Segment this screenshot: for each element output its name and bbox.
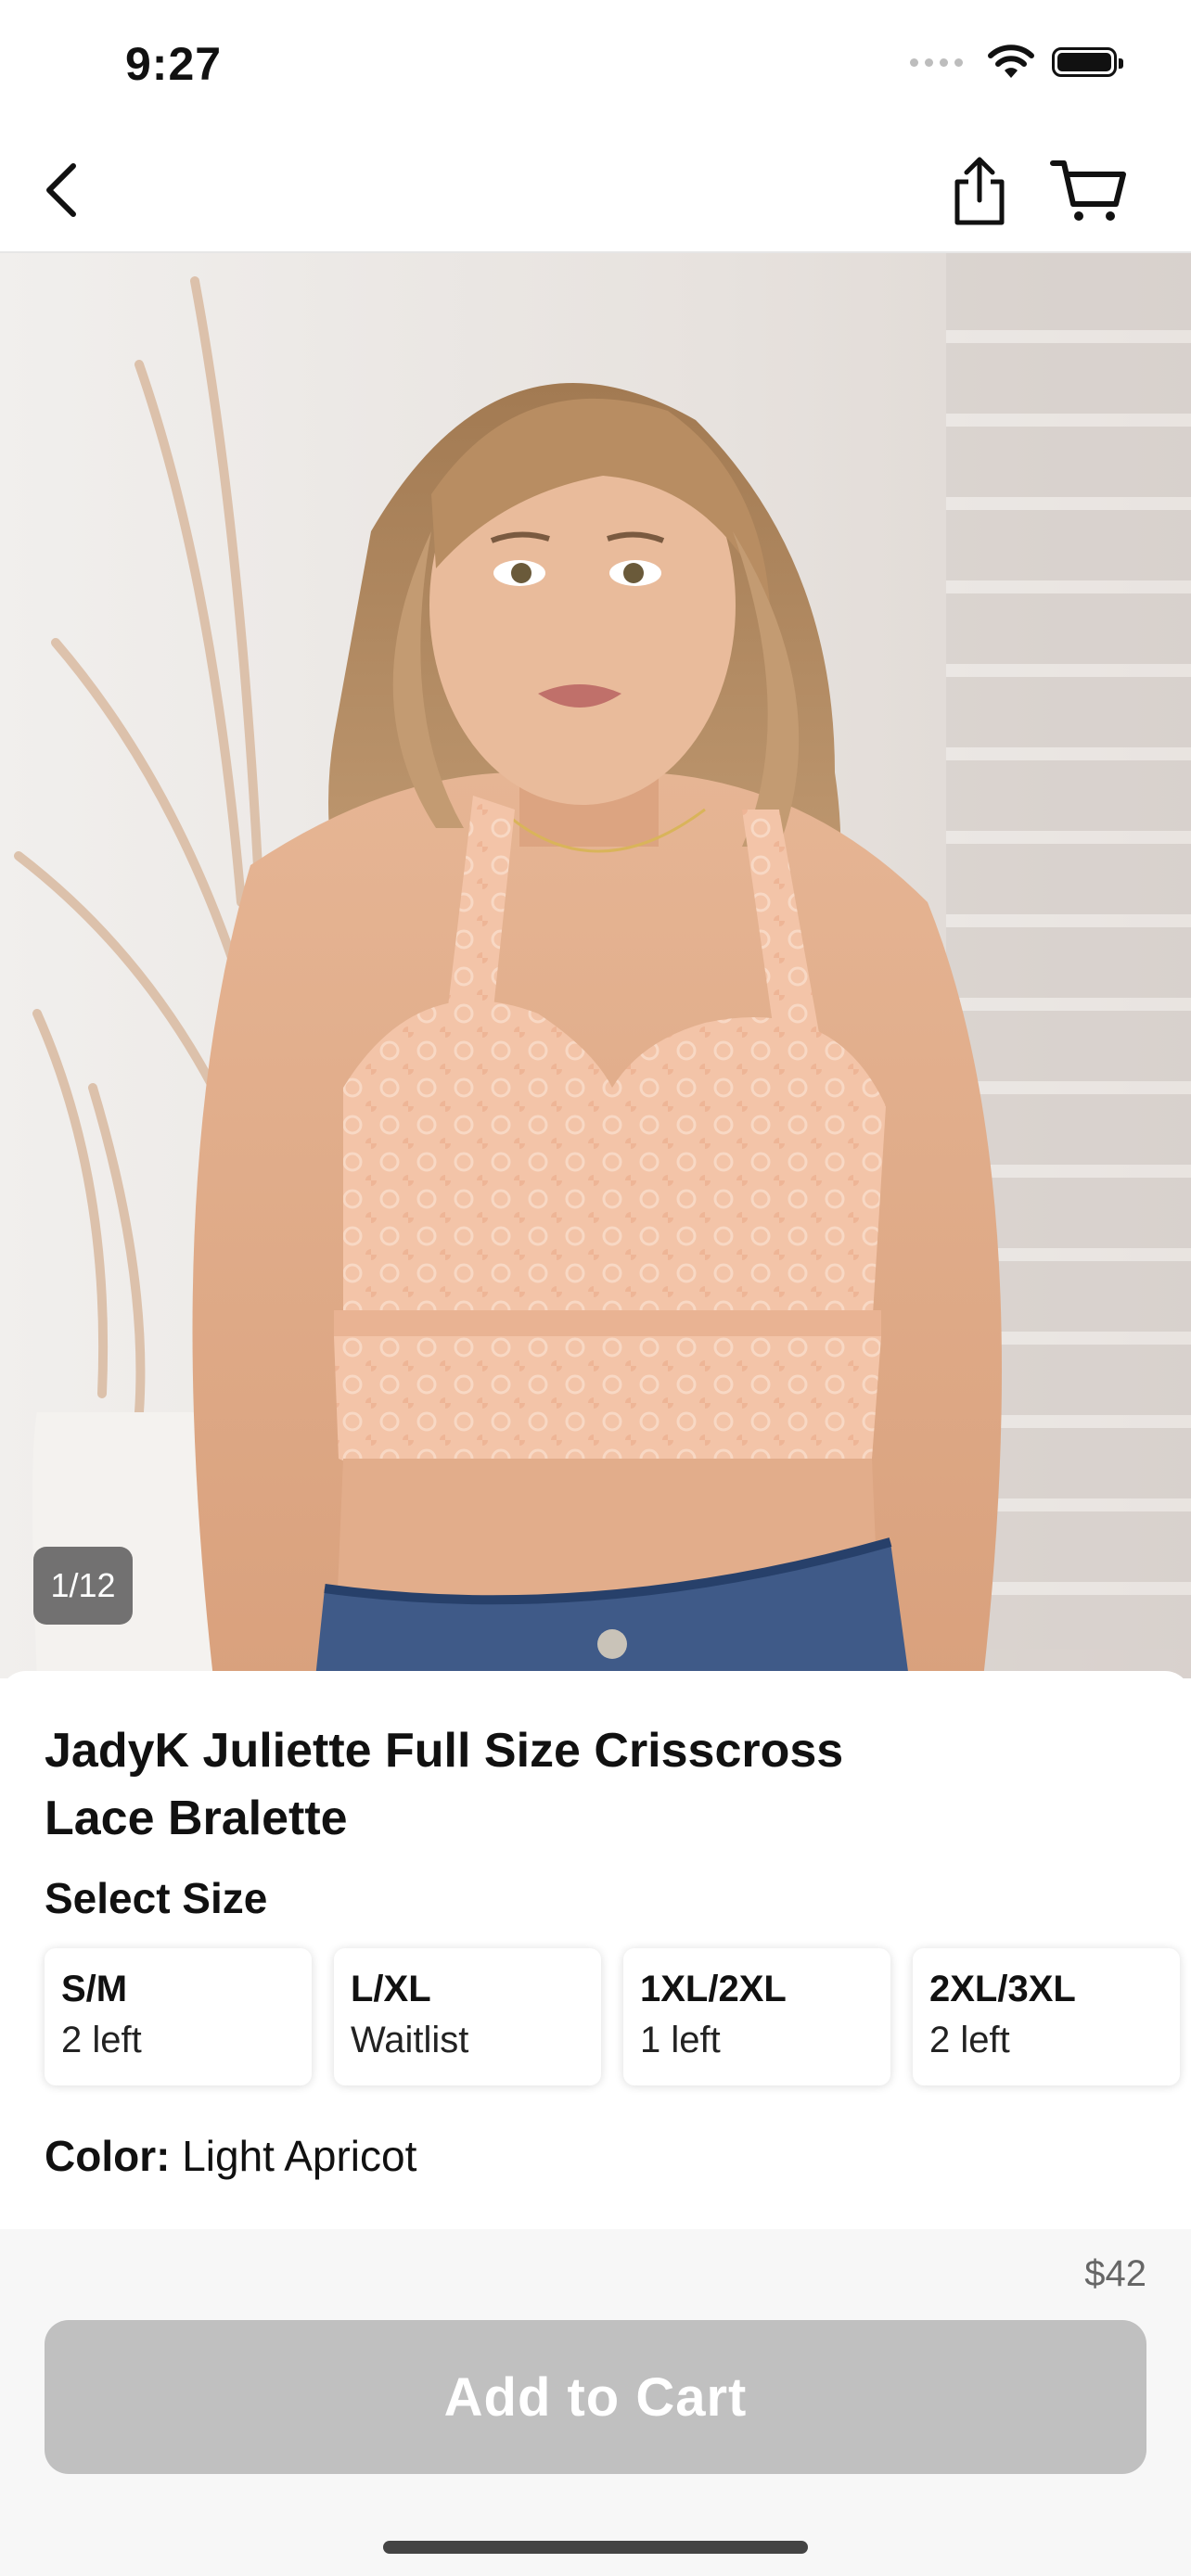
size-availability: Waitlist <box>351 2020 469 2060</box>
share-button[interactable] <box>942 152 1017 230</box>
cart-icon <box>1050 160 1126 221</box>
status-time: 9:27 <box>125 38 223 90</box>
size-availability: 1 left <box>640 2020 721 2060</box>
size-availability: 2 left <box>61 2020 142 2060</box>
battery-icon <box>1052 47 1123 77</box>
chevron-left-icon <box>46 163 76 217</box>
color-value: Light Apricot <box>182 2132 417 2180</box>
size-option[interactable]: S/M 2 left <box>45 1948 312 2085</box>
size-name: 1XL/2XL <box>640 1969 787 2009</box>
add-to-cart-button[interactable]: Add to Cart <box>45 2320 1146 2474</box>
size-option[interactable]: L/XL Waitlist <box>334 1948 601 2085</box>
product-image[interactable] <box>0 253 1191 1678</box>
status-bar: 9:27 <box>0 0 1191 130</box>
size-name: 2XL/3XL <box>929 1969 1076 2009</box>
cart-button[interactable] <box>1044 152 1133 230</box>
status-icons <box>910 45 1123 80</box>
nav-bar <box>0 130 1191 253</box>
share-icon <box>954 157 1005 225</box>
image-counter: 1/12 <box>33 1547 133 1625</box>
color-label: Color: <box>45 2132 171 2180</box>
size-name: L/XL <box>351 1969 431 2009</box>
back-button[interactable] <box>28 158 93 223</box>
size-option[interactable]: 1XL/2XL 1 left <box>623 1948 890 2085</box>
price: $42 <box>1084 2253 1146 2294</box>
size-option[interactable]: 2XL/3XL 2 left <box>913 1948 1180 2085</box>
select-size-label: Select Size <box>45 1874 268 1922</box>
color-info: Color: Light Apricot <box>45 2131 416 2181</box>
size-availability: 2 left <box>929 2020 1010 2060</box>
size-options: S/M 2 left L/XL Waitlist 1XL/2XL 1 left … <box>45 1948 1180 2085</box>
wifi-icon <box>988 45 1034 78</box>
size-name: S/M <box>61 1969 128 2009</box>
home-indicator <box>383 2541 808 2554</box>
product-photo <box>0 253 1191 1678</box>
signal-icon <box>910 57 963 67</box>
product-title: JadyK Juliette Full Size Crisscross Lace… <box>45 1724 844 1845</box>
